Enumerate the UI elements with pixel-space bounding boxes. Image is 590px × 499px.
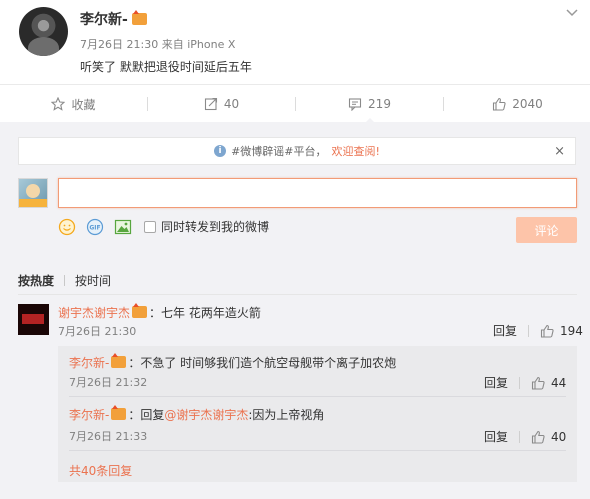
reply-ops: 回复 44 (484, 374, 566, 391)
repost-icon (204, 97, 217, 111)
reply-like-count: 44 (551, 375, 567, 390)
reply-time: 7月26日 21:33 (69, 430, 148, 443)
comment-text: ：七年 花两年造火箭 (149, 306, 261, 320)
reply-like-count: 40 (551, 429, 567, 444)
comment-button[interactable]: 219 (296, 85, 443, 124)
post-source: iPhone X (187, 38, 236, 51)
thumbs-up-icon[interactable] (531, 376, 545, 390)
my-avatar (18, 178, 48, 208)
comment-time: 7月26日 21:30 (58, 325, 137, 338)
post-source-prefix: 来自 (161, 38, 184, 51)
vip-badge-icon (132, 10, 147, 25)
comment-icon (348, 98, 362, 111)
close-icon[interactable]: × (554, 144, 565, 159)
favorite-label: 收藏 (71, 97, 96, 112)
comment-count: 219 (368, 97, 391, 111)
image-icon[interactable] (114, 218, 132, 236)
sort-by-hot[interactable]: 按热度 (18, 272, 54, 289)
comment-reply-button[interactable]: 回复 (493, 322, 517, 339)
comment-panel: i #微博辟谣#平台， 欢迎查阅! × GIF 同时转发到我的微博 评论 按热度… (0, 122, 590, 499)
post-header: 李尔新- 7月26日 21:30 来自 iPhone X 听笑了 默默把退役时间… (0, 0, 590, 84)
repost-option-label: 同时转发到我的微博 (161, 220, 270, 234)
ops-divider (519, 430, 521, 443)
comment-ops: 回复 194 (493, 322, 583, 339)
favorite-button[interactable]: 收藏 (0, 85, 147, 123)
comment-line: 谢宇杰谢宇杰 ：七年 花两年造火箭 (58, 303, 261, 321)
reply-line: 李尔新- ：不急了 时间够我们造个航空母舰带个离子加农炮 (69, 353, 397, 371)
star-icon (51, 97, 66, 111)
sort-divider (64, 274, 66, 286)
repost-option[interactable]: 同时转发到我的微博 (144, 218, 269, 235)
reply-author[interactable]: 李尔新- (69, 356, 109, 370)
vip-badge-icon (111, 353, 127, 368)
ops-divider (528, 324, 530, 337)
gif-icon[interactable]: GIF (86, 218, 104, 236)
submit-comment-button[interactable]: 评论 (516, 217, 577, 243)
rumor-notice: i #微博辟谣#平台， 欢迎查阅! × (18, 137, 576, 165)
like-count: 2040 (512, 97, 543, 111)
author-avatar[interactable] (19, 7, 68, 56)
repost-count: 40 (223, 97, 240, 111)
sort-bar: 按热度 按时间 (18, 269, 111, 291)
repost-button[interactable]: 40 (148, 85, 295, 123)
like-button[interactable]: 2040 (444, 85, 590, 123)
notice-link[interactable]: 欢迎查阅! (332, 143, 380, 159)
reply-thread: 李尔新- ：不急了 时间够我们造个航空母舰带个离子加农炮 7月26日 21:32 … (58, 346, 577, 482)
commenter-avatar[interactable] (18, 304, 49, 335)
reply-time: 7月26日 21:32 (69, 376, 148, 389)
comment-like-count: 194 (560, 323, 583, 338)
reply-line: 李尔新- ：回复@谢宇杰谢宇杰:因为上帝视角 (69, 405, 325, 423)
notice-text: #微博辟谣#平台， (231, 145, 327, 158)
divider (69, 396, 566, 397)
post-meta: 7月26日 21:30 来自 iPhone X (80, 36, 235, 52)
sort-by-time[interactable]: 按时间 (75, 272, 111, 289)
chevron-down-icon[interactable] (566, 6, 578, 18)
ops-divider (519, 376, 521, 389)
reply-mention[interactable]: @谢宇杰谢宇杰 (164, 408, 248, 422)
more-replies-link[interactable]: 共40条回复 (69, 462, 132, 479)
comment-author[interactable]: 谢宇杰谢宇杰 (58, 306, 130, 320)
post-text: 听笑了 默默把退役时间延后五年 (80, 60, 252, 74)
thumbs-up-icon[interactable] (540, 324, 554, 338)
post-author[interactable]: 李尔新- (80, 9, 128, 29)
thumbs-up-icon[interactable] (531, 430, 545, 444)
post-time[interactable]: 7月26日 21:30 (80, 38, 158, 51)
action-bar: 收藏 40 219 2040 (0, 84, 590, 124)
repost-checkbox[interactable] (144, 220, 156, 233)
reply-author[interactable]: 李尔新- (69, 408, 109, 422)
reply-prefix: ：回复 (128, 408, 165, 422)
thumbs-up-icon (493, 97, 506, 111)
comment-input[interactable] (58, 178, 577, 208)
svg-text:GIF: GIF (89, 225, 100, 232)
vip-badge-icon (111, 405, 127, 420)
reply-reply-button[interactable]: 回复 (484, 428, 508, 445)
info-icon: i (214, 145, 227, 157)
reply-text: :因为上帝视角 (248, 408, 325, 422)
reply-reply-button[interactable]: 回复 (484, 374, 508, 391)
reply-ops: 回复 40 (484, 428, 566, 445)
reply-text: ：不急了 时间够我们造个航空母舰带个离子加农炮 (128, 356, 397, 370)
emoji-icon[interactable] (58, 218, 76, 236)
divider (18, 294, 577, 295)
divider (69, 450, 566, 451)
vip-badge-icon (132, 303, 148, 318)
